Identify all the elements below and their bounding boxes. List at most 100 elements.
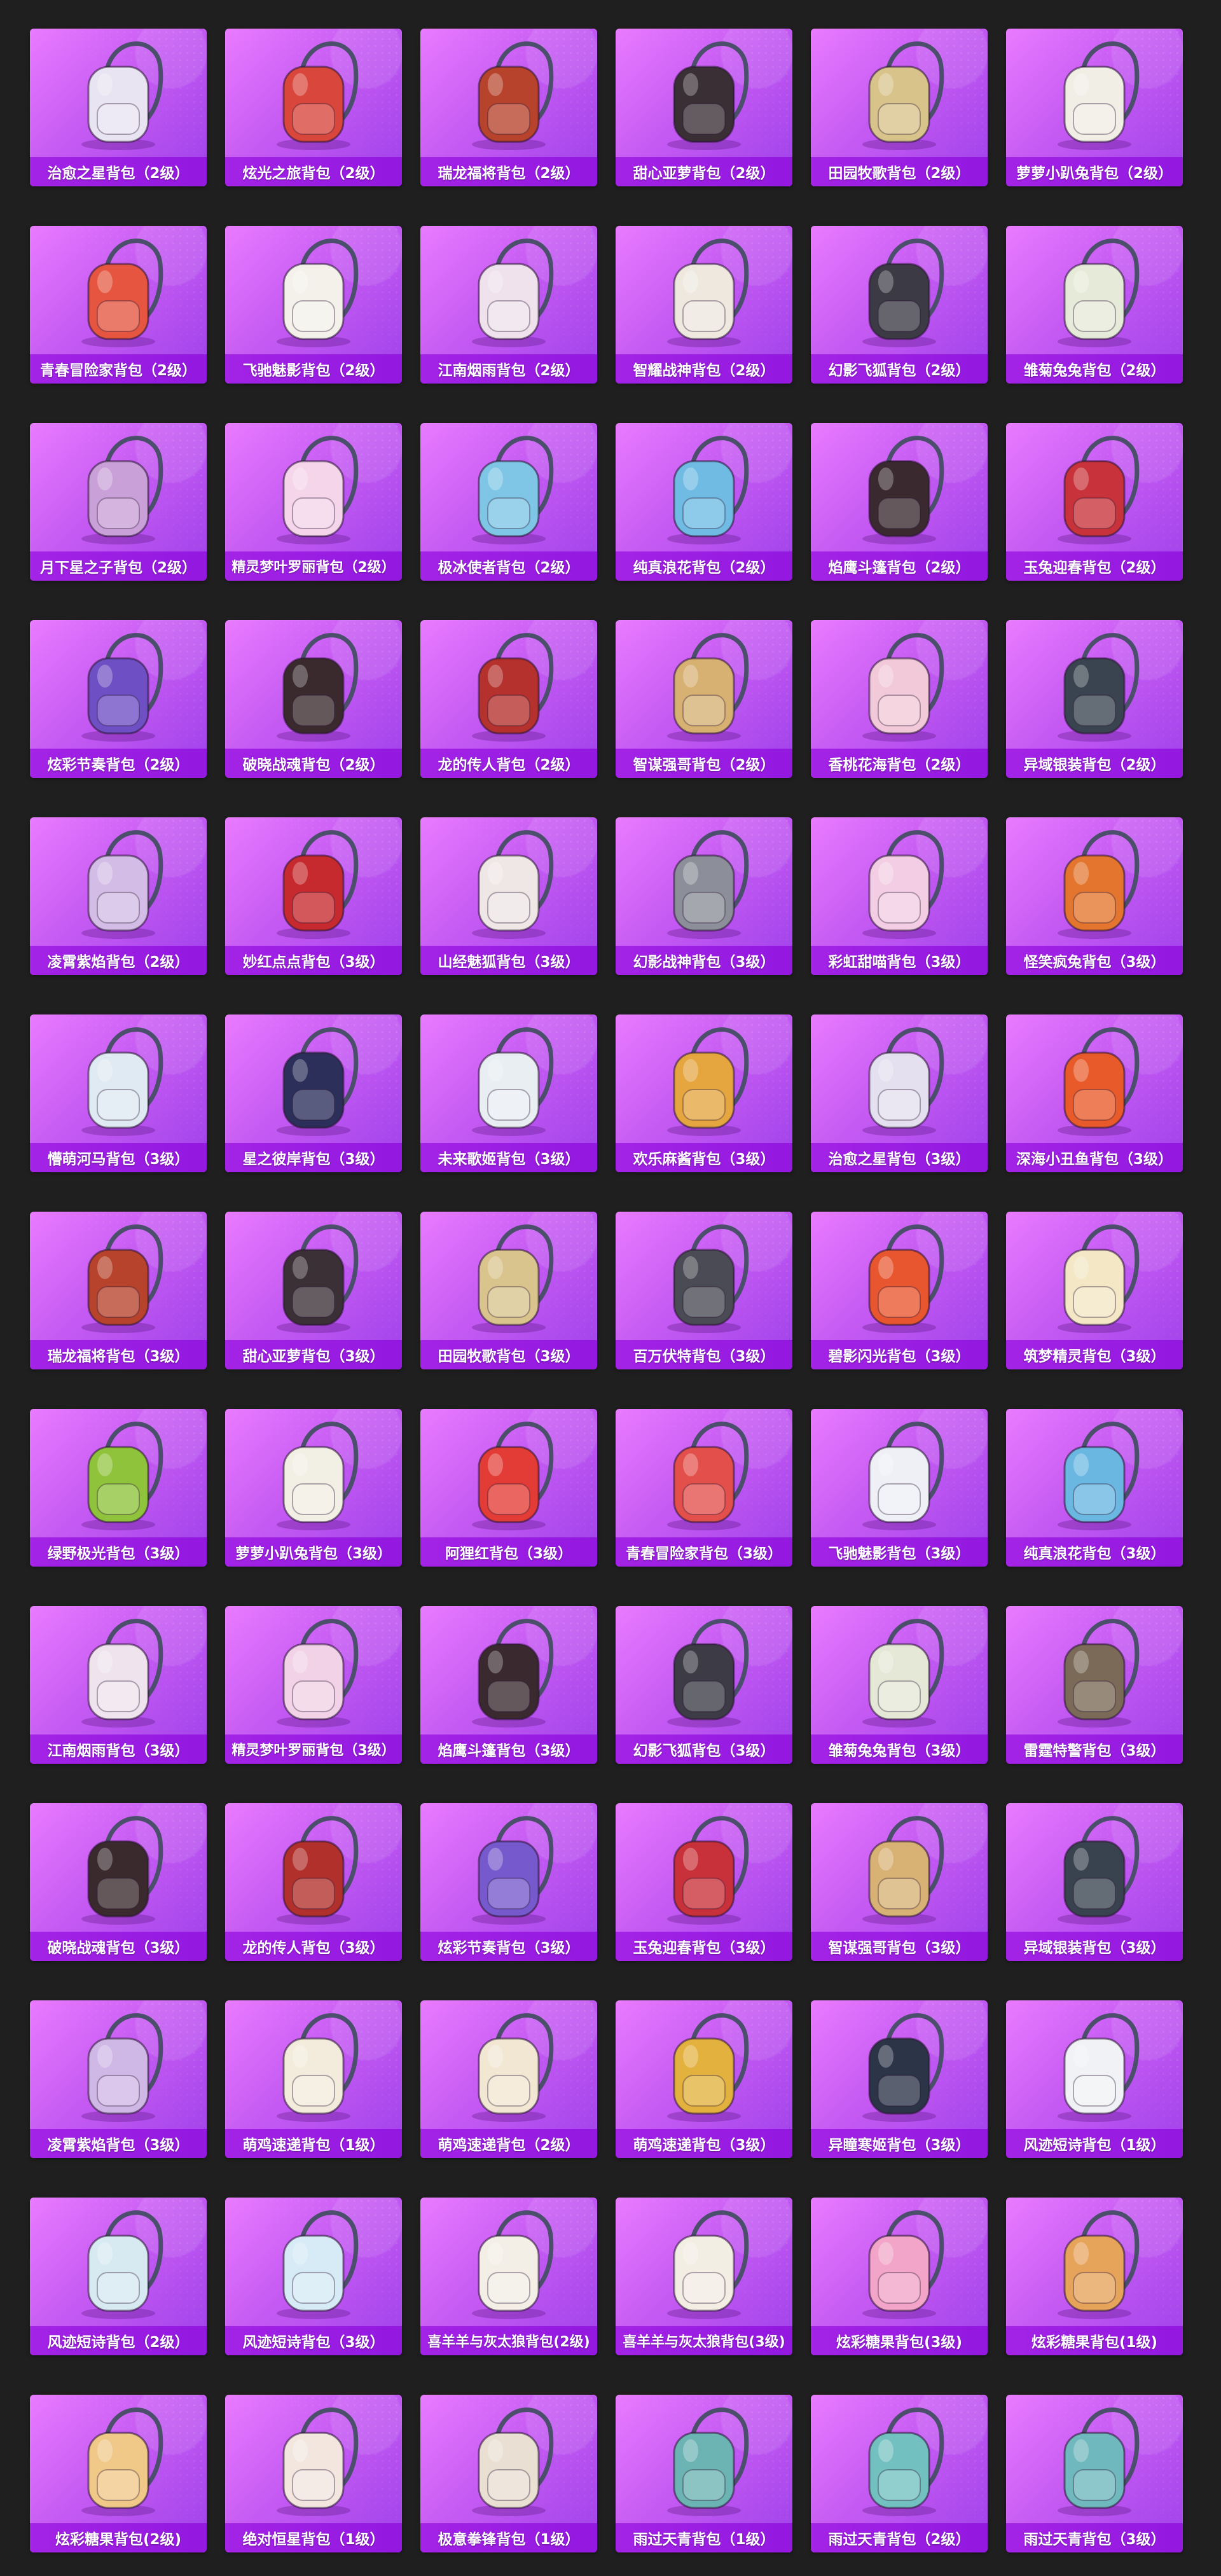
backpack-card[interactable]: 雏菊兔兔背包（3级） xyxy=(811,1606,988,1764)
backpack-card[interactable]: 阿狸红背包（3级） xyxy=(420,1409,597,1567)
backpack-card[interactable]: 甜心亚萝背包（3级） xyxy=(225,1212,402,1369)
backpack-icon xyxy=(277,436,359,544)
backpack-card[interactable]: 异域银装背包（2级） xyxy=(1006,620,1183,778)
backpack-thumbnail xyxy=(225,2000,402,2131)
backpack-card[interactable]: 飞驰魅影背包（3级） xyxy=(811,1409,988,1567)
backpack-card[interactable]: 欢乐麻酱背包（3级） xyxy=(616,1014,792,1172)
backpack-card[interactable]: 破晓战魂背包（2级） xyxy=(225,620,402,778)
backpack-card[interactable]: 月下星之子背包（2级） xyxy=(30,423,207,581)
backpack-card[interactable]: 炫彩糖果背包(1级) xyxy=(1006,2198,1183,2355)
backpack-card[interactable]: 绿野极光背包（3级） xyxy=(30,1409,207,1567)
backpack-icon xyxy=(472,2407,554,2516)
backpack-card[interactable]: 未来歌姬背包（3级） xyxy=(420,1014,597,1172)
backpack-card[interactable]: 瑞龙福将背包（2级） xyxy=(420,29,597,186)
backpack-card[interactable]: 山经魅狐背包（3级） xyxy=(420,817,597,975)
backpack-card[interactable]: 炫彩节奏背包（3级） xyxy=(420,1803,597,1961)
backpack-card[interactable]: 田园牧歌背包（2级） xyxy=(811,29,988,186)
backpack-card[interactable]: 幻影飞狐背包（2级） xyxy=(811,226,988,384)
backpack-card[interactable]: 纯真浪花背包（2级） xyxy=(616,423,792,581)
backpack-thumbnail xyxy=(420,2000,597,2131)
backpack-card[interactable]: 玉兔迎春背包（2级） xyxy=(1006,423,1183,581)
backpack-card[interactable]: 青春冒险家背包（3级） xyxy=(616,1409,792,1567)
backpack-card[interactable]: 雨过天青背包（3级） xyxy=(1006,2395,1183,2552)
backpack-card[interactable]: 萌鸡速递背包（2级） xyxy=(420,2000,597,2158)
backpack-icon xyxy=(81,41,163,150)
backpack-card[interactable]: 治愈之星背包（3级） xyxy=(811,1014,988,1172)
backpack-card[interactable]: 雨过天青背包（2级） xyxy=(811,2395,988,2552)
backpack-card[interactable]: 青春冒险家背包（2级） xyxy=(30,226,207,384)
backpack-card[interactable]: 治愈之星背包（2级） xyxy=(30,29,207,186)
backpack-card[interactable]: 智耀战神背包（2级） xyxy=(616,226,792,384)
backpack-card[interactable]: 异瞳寒姬背包（3级） xyxy=(811,2000,988,2158)
backpack-card[interactable]: 破晓战魂背包（3级） xyxy=(30,1803,207,1961)
caption-bar: 风迹短诗背包（1级） xyxy=(1006,2129,1183,2158)
backpack-card[interactable]: 怪笑疯兔背包（3级） xyxy=(1006,817,1183,975)
backpack-card[interactable]: 风迹短诗背包（3级） xyxy=(225,2198,402,2355)
backpack-card[interactable]: 妙红点点背包（3级） xyxy=(225,817,402,975)
backpack-card[interactable]: 香桃花海背包（2级） xyxy=(811,620,988,778)
backpack-card[interactable]: 风迹短诗背包（2级） xyxy=(30,2198,207,2355)
backpack-icon xyxy=(277,1816,359,1925)
backpack-card[interactable]: 精灵梦叶罗丽背包（2级） xyxy=(225,423,402,581)
backpack-name: 雏菊兔兔背包（3级） xyxy=(828,1743,970,1759)
backpack-card[interactable]: 风迹短诗背包（1级） xyxy=(1006,2000,1183,2158)
backpack-card[interactable]: 萌鸡速递背包（1级） xyxy=(225,2000,402,2158)
backpack-card[interactable]: 雏菊兔兔背包（2级） xyxy=(1006,226,1183,384)
backpack-card[interactable]: 幻影飞狐背包（3级） xyxy=(616,1606,792,1764)
backpack-icon xyxy=(667,1422,749,1530)
backpack-card[interactable]: 星之彼岸背包（3级） xyxy=(225,1014,402,1172)
backpack-card[interactable]: 碧影闪光背包（3级） xyxy=(811,1212,988,1369)
backpack-name: 香桃花海背包（2级） xyxy=(828,757,970,773)
backpack-card[interactable]: 深海小丑鱼背包（3级） xyxy=(1006,1014,1183,1172)
backpack-card[interactable]: 萝萝小趴兔背包（3级） xyxy=(225,1409,402,1567)
backpack-card[interactable]: 智谋强哥背包（2级） xyxy=(616,620,792,778)
backpack-card[interactable]: 百万伏特背包（3级） xyxy=(616,1212,792,1369)
backpack-card[interactable]: 绝对恒星背包（1级） xyxy=(225,2395,402,2552)
backpack-card[interactable]: 焰鹰斗篷背包（3级） xyxy=(420,1606,597,1764)
backpack-card[interactable]: 彩虹甜喵背包（3级） xyxy=(811,817,988,975)
backpack-card[interactable]: 江南烟雨背包（3级） xyxy=(30,1606,207,1764)
backpack-card[interactable]: 喜羊羊与灰太狼背包(3级) xyxy=(616,2198,792,2355)
backpack-card[interactable]: 江南烟雨背包（2级） xyxy=(420,226,597,384)
backpack-card[interactable]: 炫彩糖果背包(3级) xyxy=(811,2198,988,2355)
backpack-icon xyxy=(1058,1816,1140,1925)
backpack-card[interactable]: 炫彩节奏背包（2级） xyxy=(30,620,207,778)
backpack-card[interactable]: 萌鸡速递背包（3级） xyxy=(616,2000,792,2158)
backpack-card[interactable]: 筑梦精灵背包（3级） xyxy=(1006,1212,1183,1369)
backpack-card[interactable]: 萝萝小趴兔背包（2级） xyxy=(1006,29,1183,186)
caption-bar: 萌鸡速递背包（1级） xyxy=(225,2129,402,2158)
backpack-card[interactable]: 极意拳锋背包（1级） xyxy=(420,2395,597,2552)
backpack-card[interactable]: 智谋强哥背包（3级） xyxy=(811,1803,988,1961)
backpack-card[interactable]: 凌霄紫焰背包（3级） xyxy=(30,2000,207,2158)
backpack-icon xyxy=(277,1027,359,1136)
backpack-thumbnail xyxy=(225,423,402,553)
backpack-icon xyxy=(472,830,554,939)
backpack-icon xyxy=(1058,2407,1140,2516)
backpack-card[interactable]: 幻影战神背包（3级） xyxy=(616,817,792,975)
backpack-card[interactable]: 瑞龙福将背包（3级） xyxy=(30,1212,207,1369)
backpack-card[interactable]: 龙的传人背包（3级） xyxy=(225,1803,402,1961)
backpack-card[interactable]: 极冰使者背包（2级） xyxy=(420,423,597,581)
backpack-name: 凌霄紫焰背包（3级） xyxy=(47,2137,190,2154)
backpack-card[interactable]: 田园牧歌背包（3级） xyxy=(420,1212,597,1369)
backpack-card[interactable]: 纯真浪花背包（3级） xyxy=(1006,1409,1183,1567)
backpack-card[interactable]: 雨过天青背包（1级） xyxy=(616,2395,792,2552)
backpack-card[interactable]: 雷霆特警背包（3级） xyxy=(1006,1606,1183,1764)
backpack-card[interactable]: 焰鹰斗篷背包（2级） xyxy=(811,423,988,581)
backpack-card[interactable]: 精灵梦叶罗丽背包（3级） xyxy=(225,1606,402,1764)
backpack-name: 飞驰魅影背包（2级） xyxy=(242,363,385,379)
backpack-card[interactable]: 飞驰魅影背包（2级） xyxy=(225,226,402,384)
backpack-card[interactable]: 喜羊羊与灰太狼背包(2级) xyxy=(420,2198,597,2355)
backpack-card[interactable]: 异域银装背包（3级） xyxy=(1006,1803,1183,1961)
backpack-thumbnail xyxy=(616,2395,792,2525)
caption-bar: 雨过天青背包（3级） xyxy=(1006,2523,1183,2552)
backpack-card[interactable]: 凌霄紫焰背包（2级） xyxy=(30,817,207,975)
backpack-card[interactable]: 炫光之旅背包（2级） xyxy=(225,29,402,186)
backpack-card[interactable]: 懵萌河马背包（3级） xyxy=(30,1014,207,1172)
backpack-card[interactable]: 玉兔迎春背包（3级） xyxy=(616,1803,792,1961)
caption-bar: 山经魅狐背包（3级） xyxy=(420,946,597,975)
caption-bar: 风迹短诗背包（2级） xyxy=(30,2326,207,2355)
backpack-card[interactable]: 炫彩糖果背包(2级) xyxy=(30,2395,207,2552)
backpack-card[interactable]: 甜心亚萝背包（2级） xyxy=(616,29,792,186)
backpack-card[interactable]: 龙的传人背包（2级） xyxy=(420,620,597,778)
